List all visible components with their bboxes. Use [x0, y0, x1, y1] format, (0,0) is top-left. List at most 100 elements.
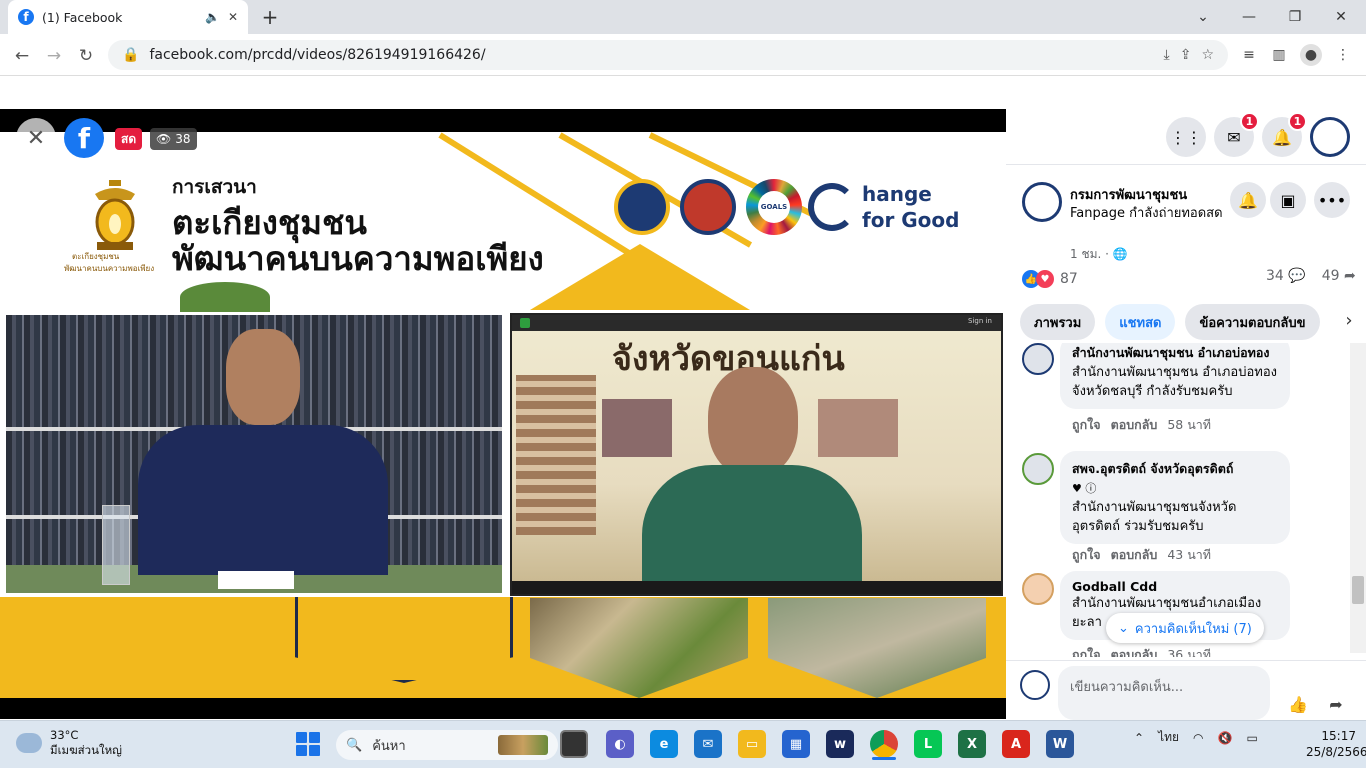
- install-icon[interactable]: ⤓: [1164, 47, 1170, 63]
- facebook-logo-icon[interactable]: f: [64, 118, 104, 158]
- like-thumb-icon[interactable]: 👍: [1280, 686, 1316, 722]
- comment-time[interactable]: 58 นาที: [1167, 415, 1211, 435]
- menu-grid-icon[interactable]: ⋮⋮: [1166, 117, 1206, 157]
- language-indicator[interactable]: ไทย: [1158, 728, 1179, 747]
- store-icon[interactable]: ▦: [782, 730, 810, 758]
- minimize-button[interactable]: —: [1226, 0, 1272, 34]
- commenter-avatar[interactable]: [1022, 343, 1054, 375]
- save-icon[interactable]: ▣: [1270, 182, 1306, 218]
- comment-time[interactable]: 36 นาที: [1167, 645, 1211, 657]
- video-player[interactable]: ตะเกียงชุมชน พัฒนาคนบนความพอเพียง การเสว…: [0, 109, 1006, 719]
- chrome-menu-icon[interactable]: ⋮: [1332, 44, 1354, 66]
- sign-in-label: Sign in: [968, 317, 992, 325]
- excel-icon[interactable]: X: [958, 730, 986, 758]
- task-view-icon[interactable]: [560, 730, 588, 758]
- tab-overview[interactable]: ภาพรวม: [1020, 304, 1096, 340]
- live-badge: สด: [115, 128, 143, 150]
- commenter-name[interactable]: สำนักงานพัฒนาชุมชน อำเภอบ่อทอง: [1072, 343, 1278, 363]
- lock-icon[interactable]: 🔒: [122, 47, 139, 63]
- reload-icon[interactable]: ↻: [72, 42, 100, 70]
- chrome-icon[interactable]: [870, 730, 898, 758]
- acrobat-icon[interactable]: A: [1002, 730, 1030, 758]
- comment-time[interactable]: 43 นาที: [1167, 545, 1211, 565]
- commenter-name[interactable]: Godball Cdd: [1072, 579, 1278, 594]
- forward-arrow-icon[interactable]: →: [40, 42, 68, 70]
- comments-scrollbar[interactable]: [1350, 343, 1366, 653]
- grass-decor: [180, 282, 270, 312]
- speaker-video-left: [4, 313, 504, 595]
- like-link[interactable]: ถูกใจ: [1072, 645, 1101, 657]
- account-avatar[interactable]: [1310, 117, 1350, 157]
- teams-chat-icon[interactable]: ◐: [606, 730, 634, 758]
- tab-close-icon[interactable]: ✕: [228, 10, 238, 24]
- like-link[interactable]: ถูกใจ: [1072, 415, 1101, 435]
- taskbar-search[interactable]: 🔍 ค้นหา: [336, 730, 558, 760]
- close-icon: ✕: [26, 125, 46, 151]
- new-comments-button[interactable]: ⌄ ความคิดเห็นใหม่ (7): [1106, 613, 1264, 643]
- speaker-face: [708, 367, 798, 477]
- reply-link[interactable]: ตอบกลับ: [1111, 545, 1158, 565]
- profile-avatar-icon[interactable]: ●: [1300, 44, 1322, 66]
- speaker-icon[interactable]: 🔈: [205, 10, 220, 24]
- chevron-right-icon[interactable]: ›: [1332, 300, 1366, 340]
- clock-time: 15:17: [1321, 729, 1356, 743]
- reactions-summary[interactable]: 👍 ♥ 87: [1022, 268, 1078, 290]
- viewer-count: 38: [175, 132, 191, 146]
- file-explorer-icon[interactable]: ▭: [738, 730, 766, 758]
- webex-icon[interactable]: w: [826, 730, 854, 758]
- comment-input[interactable]: เขียนความคิดเห็น...: [1058, 666, 1270, 720]
- word-icon[interactable]: W: [1046, 730, 1074, 758]
- commenter-avatar[interactable]: [1022, 573, 1054, 605]
- bookmark-star-icon[interactable]: ☆: [1201, 47, 1214, 63]
- new-tab-button[interactable]: +: [258, 5, 282, 29]
- reply-link[interactable]: ตอบกลับ: [1111, 415, 1158, 435]
- url-bar[interactable]: 🔒 facebook.com/prcdd/videos/826194919166…: [108, 40, 1228, 70]
- lamp-caption: พัฒนาคนบนความพอเพียง: [64, 264, 155, 273]
- share-count[interactable]: 49 ➦: [1322, 268, 1356, 284]
- line-icon[interactable]: L: [914, 730, 942, 758]
- speaker-video-right: Sign in จังหวัดขอนแก่น: [510, 313, 1003, 596]
- slide-title-line-2: พัฒนาคนบนความพอเพียง: [172, 239, 544, 278]
- close-video-button[interactable]: ✕: [16, 118, 56, 158]
- speaker-body: [642, 465, 862, 594]
- page-avatar[interactable]: [1022, 182, 1062, 222]
- share-arrow-icon[interactable]: ➦: [1318, 686, 1354, 722]
- comment-count[interactable]: 34 💬: [1266, 268, 1306, 284]
- search-placeholder: ค้นหา: [372, 738, 406, 754]
- comment-actions: ถูกใจ ตอบกลับ 43 นาที: [1072, 545, 1211, 565]
- restore-button[interactable]: ❐: [1272, 0, 1318, 34]
- weather-widget[interactable]: 33°C มีเมฆส่วนใหญ่: [16, 728, 122, 758]
- scrollbar-thumb[interactable]: [1352, 576, 1364, 604]
- chevron-up-icon[interactable]: ⌃: [1134, 731, 1144, 745]
- post-time[interactable]: 1 ชม. · 🌐: [1070, 245, 1128, 264]
- my-avatar[interactable]: [1020, 670, 1050, 700]
- comment-bubble: สำนักงานพัฒนาชุมชน อำเภอบ่อทอง สำนักงานพ…: [1060, 343, 1290, 409]
- tab-replies[interactable]: ข้อความตอบกลับข: [1185, 304, 1320, 340]
- media-control-icon[interactable]: ≡: [1238, 44, 1260, 66]
- close-window-button[interactable]: ✕: [1318, 0, 1364, 34]
- wall-picture: [602, 399, 672, 457]
- tab-live-chat[interactable]: แชทสด: [1105, 304, 1176, 340]
- temple-image: [516, 375, 596, 535]
- windows-start-icon[interactable]: [296, 732, 320, 756]
- like-link[interactable]: ถูกใจ: [1072, 545, 1101, 565]
- globe-icon: 🌐: [1112, 247, 1128, 261]
- tab-search-icon[interactable]: ⌄: [1180, 0, 1226, 34]
- battery-icon[interactable]: ▭: [1246, 731, 1257, 745]
- more-options-icon[interactable]: •••: [1314, 182, 1350, 218]
- volume-muted-icon[interactable]: 🔇: [1218, 731, 1233, 745]
- mail-icon[interactable]: ✉: [694, 730, 722, 758]
- page-name[interactable]: กรมการพัฒนาชุมชน: [1070, 184, 1187, 205]
- share-icon[interactable]: ⇪: [1180, 47, 1192, 63]
- taskbar-clock[interactable]: 15:17 25/8/2566: [1306, 728, 1366, 760]
- follow-bell-icon[interactable]: 🔔: [1230, 182, 1266, 218]
- wifi-icon[interactable]: ◠: [1193, 731, 1203, 745]
- edge-icon[interactable]: e: [650, 730, 678, 758]
- back-arrow-icon[interactable]: ←: [8, 42, 36, 70]
- commenter-avatar[interactable]: [1022, 453, 1054, 485]
- commenter-name[interactable]: สพจ.อุตรดิตถ์ จังหวัดอุตรดิตถ์: [1072, 459, 1278, 479]
- cdd-seal-icon: [680, 179, 736, 235]
- browser-tab[interactable]: f (1) Facebook 🔈 ✕: [8, 0, 248, 34]
- reply-link[interactable]: ตอบกลับ: [1111, 645, 1158, 657]
- side-panel-icon[interactable]: ▥: [1268, 44, 1290, 66]
